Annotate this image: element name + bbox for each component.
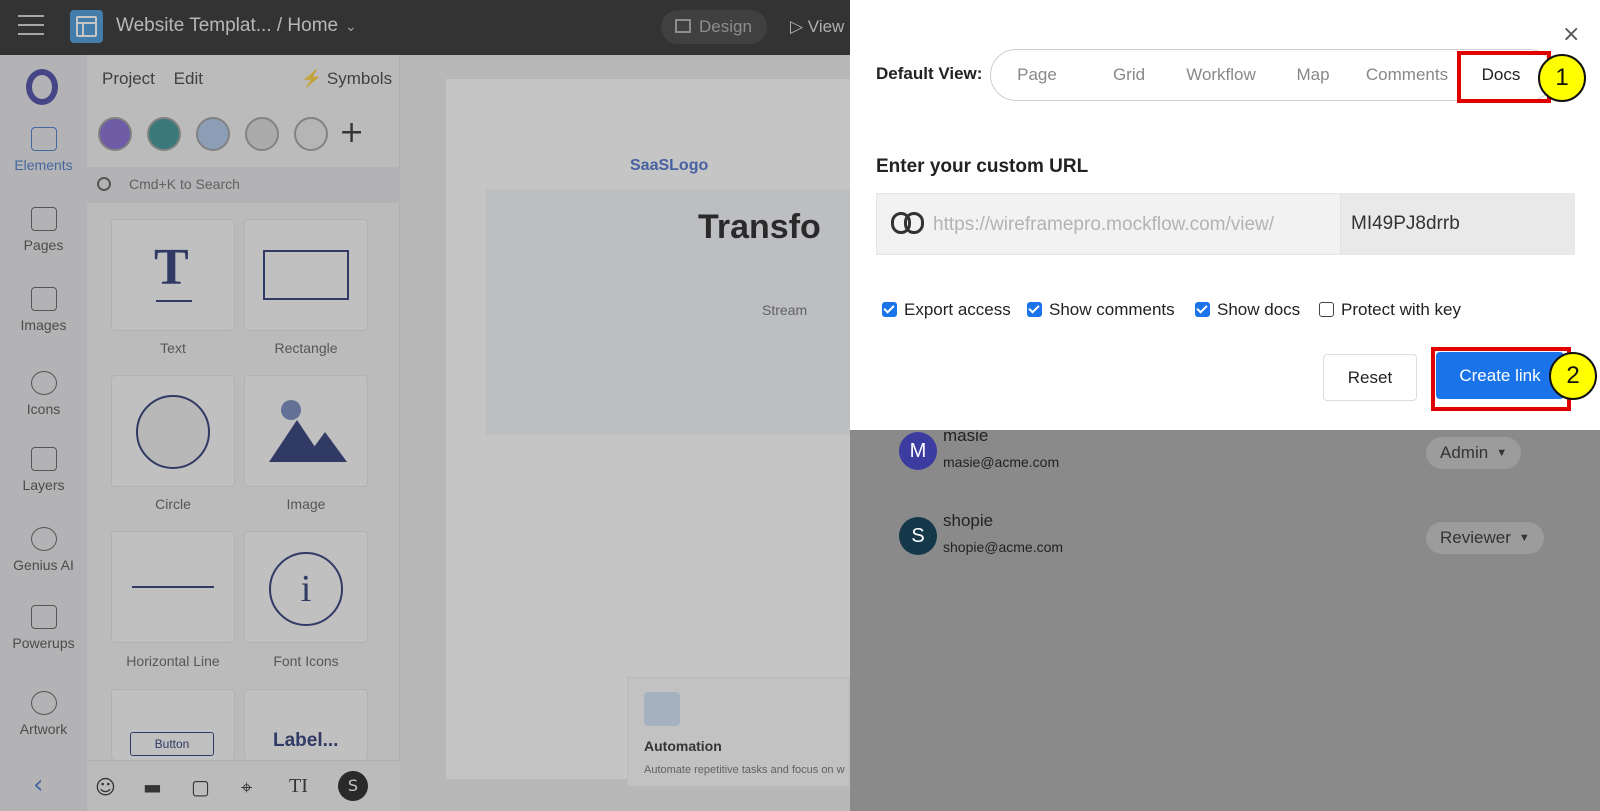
- view-option-page[interactable]: Page: [991, 50, 1083, 100]
- view-option-grid[interactable]: Grid: [1083, 50, 1175, 100]
- checkbox-checked-icon[interactable]: [882, 302, 897, 317]
- annotation-badge-2: 2: [1549, 352, 1597, 400]
- checkbox-show-docs[interactable]: Show docs: [1195, 300, 1300, 320]
- member-email: shopie@acme.com: [943, 539, 1064, 555]
- modal-backdrop[interactable]: [0, 0, 850, 811]
- role-label: Admin: [1440, 443, 1489, 462]
- share-link-dialog: × Default View: Page Grid Workflow Map C…: [850, 0, 1600, 430]
- checkbox-unchecked-icon[interactable]: [1319, 302, 1334, 317]
- view-option-map[interactable]: Map: [1267, 50, 1359, 100]
- custom-url-input[interactable]: [1340, 194, 1575, 254]
- default-view-label: Default View:: [876, 64, 983, 83]
- checkbox-show-comments[interactable]: Show comments: [1027, 300, 1175, 320]
- checkbox-label: Show docs: [1217, 300, 1301, 319]
- link-icon: [891, 212, 925, 234]
- custom-url-field: https://wireframepro.mockflow.com/view/: [876, 193, 1575, 255]
- caret-down-icon: ▼: [1518, 532, 1530, 544]
- annotation-badge-1: 1: [1538, 54, 1586, 102]
- avatar: S: [899, 517, 937, 555]
- checkbox-export-access[interactable]: Export access: [882, 300, 1011, 320]
- checkbox-checked-icon[interactable]: [1195, 302, 1210, 317]
- view-option-comments[interactable]: Comments: [1359, 50, 1455, 100]
- caret-down-icon: ▼: [1496, 447, 1508, 459]
- custom-url-label: Enter your custom URL: [876, 156, 1089, 177]
- role-dropdown[interactable]: Reviewer ▼: [1426, 522, 1544, 554]
- checkbox-protect-with-key[interactable]: Protect with key: [1319, 300, 1461, 320]
- highlight-docs: [1457, 51, 1551, 103]
- checkbox-label: Protect with key: [1341, 300, 1461, 319]
- checkbox-checked-icon[interactable]: [1027, 302, 1042, 317]
- role-label: Reviewer: [1440, 528, 1511, 547]
- url-prefix: https://wireframepro.mockflow.com/view/: [933, 214, 1275, 235]
- checkbox-label: Show comments: [1049, 300, 1175, 319]
- view-option-workflow[interactable]: Workflow: [1175, 50, 1267, 100]
- close-icon[interactable]: ×: [1562, 22, 1580, 47]
- app-root: Website Templat... / Home ⌄ Design ▷ Vie…: [0, 0, 1600, 811]
- avatar: M: [899, 432, 937, 470]
- member-name: shopie: [943, 511, 994, 530]
- checkbox-label: Export access: [904, 300, 1011, 319]
- reset-button[interactable]: Reset: [1323, 354, 1417, 401]
- member-email: masie@acme.com: [943, 454, 1060, 470]
- role-dropdown[interactable]: Admin ▼: [1426, 437, 1522, 469]
